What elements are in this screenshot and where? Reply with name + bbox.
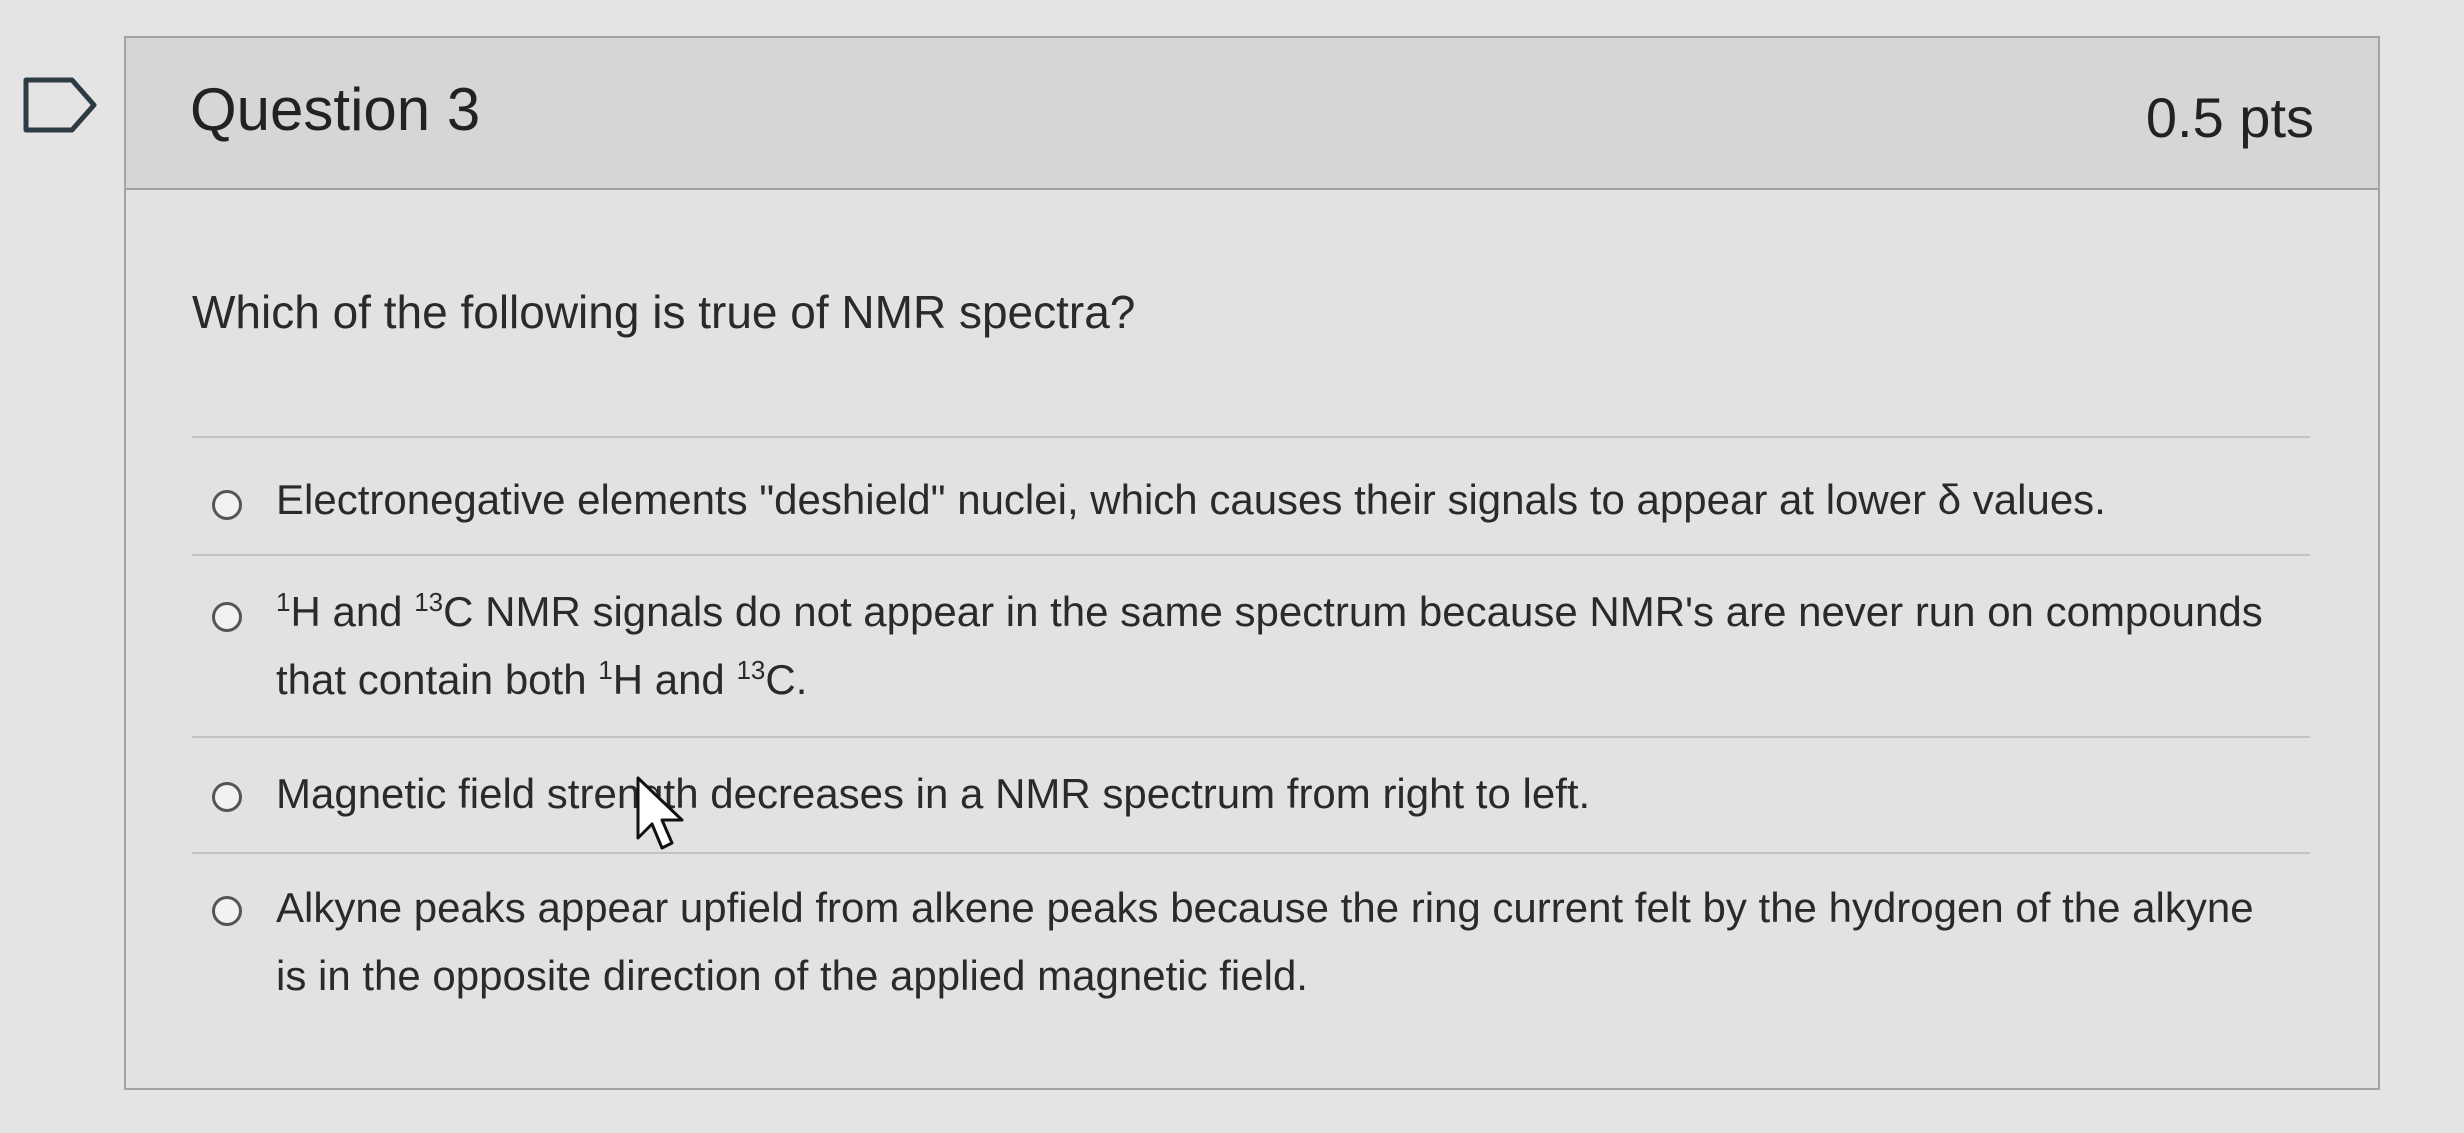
superscript-1: 1 (276, 587, 291, 617)
question-title: Question 3 (190, 76, 481, 143)
radio-button-4[interactable] (212, 896, 242, 926)
answer-option-1[interactable]: Electronegative elements "deshield" nucl… (192, 436, 2310, 554)
answer-list: Electronegative elements "deshield" nucl… (192, 436, 2310, 1042)
answer-text-2: 1H and 13C NMR signals do not appear in … (276, 578, 2270, 714)
radio-button-2[interactable] (212, 602, 242, 632)
superscript-13: 13 (736, 655, 766, 685)
superscript-1: 1 (598, 655, 613, 685)
answer-text-3: Magnetic field strength decreases in a N… (276, 770, 1591, 817)
answer-option-4[interactable]: Alkyne peaks appear upfield from alkene … (192, 852, 2310, 1042)
flag-question-icon[interactable] (22, 76, 98, 134)
mouse-cursor-icon (636, 776, 684, 850)
question-points: 0.5 pts (2145, 86, 2314, 149)
question-text: Which of the following is true of NMR sp… (192, 286, 1136, 338)
text-segment: H and (290, 588, 415, 635)
text-segment: H and (612, 656, 737, 703)
answer-option-3[interactable]: Magnetic field strength decreases in a N… (192, 736, 2310, 852)
radio-button-1[interactable] (212, 490, 242, 520)
text-segment: C NMR signals do not appear in the same … (276, 588, 2263, 703)
text-segment: C. (765, 656, 808, 703)
answer-text-1: Electronegative elements "deshield" nucl… (276, 476, 2106, 523)
answer-option-2[interactable]: 1H and 13C NMR signals do not appear in … (192, 554, 2310, 736)
question-card: Question 3 0.5 pts Which of the followin… (124, 36, 2380, 1090)
radio-button-3[interactable] (212, 782, 242, 812)
answer-text-4: Alkyne peaks appear upfield from alkene … (276, 884, 2254, 999)
superscript-13: 13 (414, 587, 444, 617)
question-header: Question 3 0.5 pts (126, 38, 2378, 190)
